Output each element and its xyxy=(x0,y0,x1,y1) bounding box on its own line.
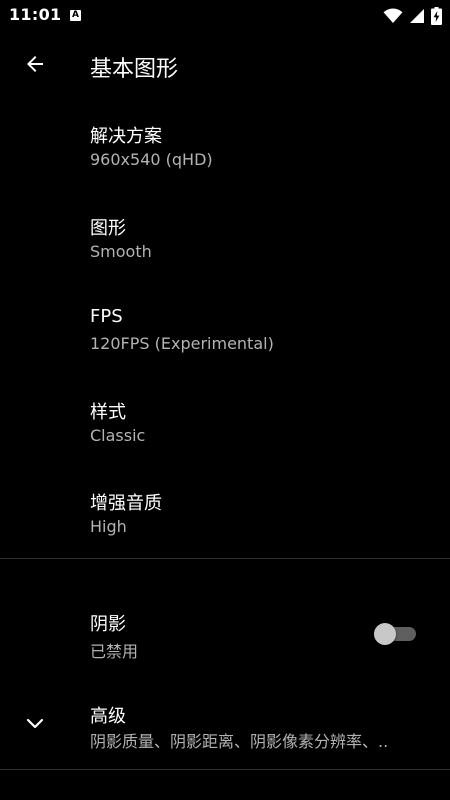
status-icons xyxy=(383,6,442,26)
pref-summary: 已禁用 xyxy=(90,642,139,661)
pref-title: 阴影 xyxy=(90,614,126,635)
chevron-down-icon[interactable] xyxy=(24,716,46,732)
pref-summary: Smooth xyxy=(90,242,152,261)
page-title: 基本图形 xyxy=(90,57,179,82)
pref-title: 图形 xyxy=(90,218,126,239)
cellular-signal-icon xyxy=(409,8,425,24)
pref-summary: Classic xyxy=(90,426,146,445)
pref-title: 高级 xyxy=(90,706,126,727)
status-bar: 11:01 A xyxy=(0,0,450,32)
arrow-left-icon xyxy=(23,52,47,80)
pref-fps[interactable]: FPS 120FPS (Experimental) xyxy=(0,296,450,376)
pref-summary: 960x540 (qHD) xyxy=(90,150,213,169)
divider xyxy=(0,769,450,770)
pref-advanced[interactable]: 高级 阴影质量、阴影距离、阴影像素分辨率、.. xyxy=(0,692,450,762)
switch-thumb xyxy=(374,623,396,645)
pref-style[interactable]: 样式 Classic xyxy=(0,388,450,468)
battery-charging-icon xyxy=(431,7,442,25)
pref-summary: 120FPS (Experimental) xyxy=(90,334,274,353)
pref-title: 解决方案 xyxy=(90,126,162,147)
pref-resolution[interactable]: 解决方案 960x540 (qHD) xyxy=(0,112,450,192)
pref-title: FPS xyxy=(90,306,123,327)
pref-graphics[interactable]: 图形 Smooth xyxy=(0,204,450,284)
pref-enhanced-audio[interactable]: 增强音质 High xyxy=(0,479,450,559)
pref-summary: 阴影质量、阴影距离、阴影像素分辨率、.. xyxy=(90,732,389,751)
pref-title: 增强音质 xyxy=(90,493,162,514)
wifi-icon xyxy=(383,8,403,24)
divider xyxy=(0,558,450,559)
pref-title: 样式 xyxy=(90,402,126,423)
shadow-switch[interactable] xyxy=(374,623,418,645)
app-bar: 基本图形 xyxy=(0,32,450,98)
back-button[interactable] xyxy=(18,49,52,83)
status-time: 11:01 xyxy=(9,5,62,24)
notification-a-icon: A xyxy=(70,10,81,21)
pref-summary: High xyxy=(90,517,127,536)
